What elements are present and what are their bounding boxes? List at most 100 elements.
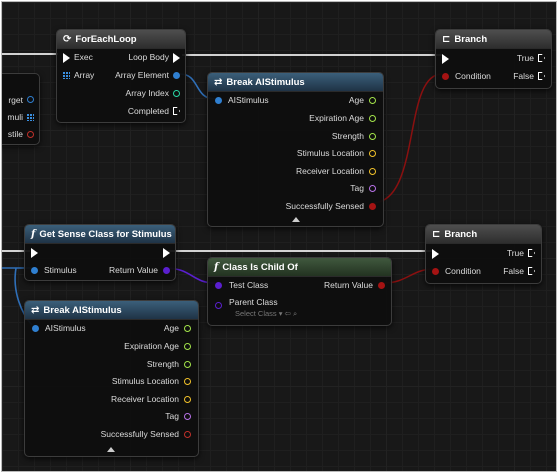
exec-in-pin[interactable] [31,248,38,258]
break-header: ⇄ Break AIStimulus [208,73,383,92]
true-label: True [516,53,534,63]
break-aistimulus-node-1[interactable]: ⇄ Break AIStimulus AIStimulus Age Expirat… [207,72,384,227]
branch-icon: ⊏ [432,228,441,240]
partial-node-left[interactable]: rget muli stile [2,73,40,145]
tag-pin[interactable] [184,413,191,420]
stimuli-pin-label: muli [7,112,23,122]
array-pin[interactable] [63,72,70,79]
select-class-dropdown[interactable]: Select Class ▾ ⇦ ⌕ [235,309,297,319]
completed-label: Completed [127,106,169,116]
loop-body-pin[interactable] [173,53,180,63]
stimulus-location-pin[interactable] [184,378,191,385]
aistimulus-label: AIStimulus [228,95,269,105]
condition-pin[interactable] [432,268,439,275]
get-sense-class-node[interactable]: f Get Sense Class for Stimulus Stimulus R… [24,224,176,281]
browse-icon[interactable]: ⇦ ⌕ [285,309,298,318]
false-pin[interactable] [538,72,545,80]
strength-pin[interactable] [369,133,376,140]
node-title: Break AIStimulus [226,76,305,88]
stimulus-pin[interactable] [31,267,38,274]
function-icon: f [214,261,219,273]
age-label: Age [163,323,179,333]
expand-arrow-icon[interactable] [292,217,300,222]
condition-label: Condition [455,71,491,81]
get-sense-header: f Get Sense Class for Stimulus [25,225,175,244]
age-pin[interactable] [369,97,376,104]
exec-in-pin[interactable] [442,54,449,64]
branch-header: ⊏ Branch [426,225,541,244]
false-label: False [503,266,524,276]
stimuli-array-pin[interactable] [27,114,34,121]
age-label: Age [348,95,364,105]
receiver-location-pin[interactable] [184,396,191,403]
function-icon: f [31,228,36,240]
expiration-age-pin[interactable] [184,343,191,350]
branch-node-2[interactable]: ⊏ Branch Condition True False [425,224,542,284]
node-title: Get Sense Class for Stimulus [39,228,172,240]
array-index-pin[interactable] [173,90,180,97]
false-label: False [513,71,534,81]
test-class-pin[interactable] [215,282,222,289]
false-pin[interactable] [528,267,535,275]
array-element-pin[interactable] [173,72,180,79]
node-title: Break AIStimulus [43,304,122,316]
true-pin[interactable] [538,54,545,62]
class-is-child-of-node[interactable]: f Class Is Child Of Test Class Parent Cla… [207,257,392,326]
expiration-age-label: Expiration Age [309,113,364,123]
break-header: ⇄ Break AIStimulus [25,301,198,320]
strength-label: Strength [331,131,364,141]
tag-label: Tag [165,411,179,421]
successfully-sensed-pin[interactable] [184,431,191,438]
receiver-location-pin[interactable] [369,168,376,175]
strength-label: Strength [146,359,179,369]
break-aistimulus-node-2[interactable]: ⇄ Break AIStimulus AIStimulus Age Expirat… [24,300,199,457]
age-pin[interactable] [184,325,191,332]
loop-body-label: Loop Body [128,52,169,62]
node-title: Branch [454,33,488,45]
completed-pin[interactable] [173,107,180,115]
target-pin[interactable] [27,96,34,103]
node-title: ForEachLoop [75,33,137,45]
stimulus-location-label: Stimulus Location [111,376,179,386]
branch-header: ⊏ Branch [436,30,551,49]
stimulus-location-label: Stimulus Location [296,148,364,158]
return-value-pin[interactable] [378,282,385,289]
tag-pin[interactable] [369,185,376,192]
expand-arrow-icon[interactable] [107,447,115,452]
exec-in-pin[interactable] [432,249,439,259]
exec-in-pin[interactable] [63,53,70,63]
blueprint-graph-canvas[interactable]: rget muli stile ⟳ ForEachLoop Exec Array … [1,1,557,472]
branch-node-1[interactable]: ⊏ Branch Condition True False [435,29,552,89]
break-struct-icon: ⇄ [214,76,223,88]
expiration-age-label: Expiration Age [124,341,179,351]
return-value-label: Return Value [109,265,158,275]
array-label: Array [74,70,95,80]
condition-pin[interactable] [442,73,449,80]
branch-icon: ⊏ [442,33,451,45]
class-child-header: f Class Is Child Of [208,258,391,277]
aistimulus-in-pin[interactable] [32,325,39,332]
tile-pin[interactable] [27,131,34,138]
node-title: Class Is Child Of [222,261,298,273]
stimulus-label: Stimulus [44,265,77,275]
foreach-header: ⟳ ForEachLoop [57,30,185,49]
tag-label: Tag [350,183,364,193]
expiration-age-pin[interactable] [369,115,376,122]
select-class-text: Select Class [235,309,277,318]
array-element-label: Array Element [115,70,169,80]
condition-label: Condition [445,266,481,276]
successfully-sensed-pin[interactable] [369,203,376,210]
receiver-location-label: Receiver Location [295,166,364,176]
exec-out-pin[interactable] [163,248,170,258]
tile-pin-label: stile [7,129,23,139]
aistimulus-label: AIStimulus [45,323,86,333]
parent-class-pin[interactable] [215,302,222,309]
aistimulus-in-pin[interactable] [215,97,222,104]
receiver-location-label: Receiver Location [110,394,179,404]
true-pin[interactable] [528,249,535,257]
return-value-pin[interactable] [163,267,170,274]
successfully-sensed-label: Successfully Sensed [100,429,179,439]
stimulus-location-pin[interactable] [369,150,376,157]
strength-pin[interactable] [184,361,191,368]
foreach-loop-node[interactable]: ⟳ ForEachLoop Exec Array Loop Body Array … [56,29,186,123]
